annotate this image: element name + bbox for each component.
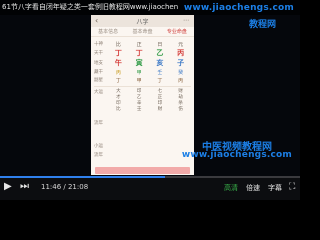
- row-shishen: 十神 比 正 日 元: [94, 40, 191, 48]
- more-icon[interactable]: ⋯: [183, 17, 189, 24]
- cell: 正: [136, 41, 142, 48]
- column: 七 正 印 财: [150, 89, 171, 113]
- cell: 伤: [178, 107, 183, 112]
- cell: 亥: [156, 59, 164, 67]
- column: 财 劫 杀 伤: [170, 89, 191, 113]
- progress-bar[interactable]: [0, 176, 300, 178]
- row-fuxing: 副星 丁 甲 丁 丙: [94, 76, 191, 84]
- row-label: 十神: [94, 42, 103, 47]
- subtitle-button[interactable]: 字幕: [268, 183, 282, 193]
- next-icon[interactable]: ⏭: [20, 181, 29, 193]
- row-canggan: 藏干 丙 甲 壬 癸: [94, 68, 191, 76]
- app-tabs: 基本信息 基本命盘 专业命盘: [91, 27, 194, 37]
- watermark-cn: 教程网: [248, 20, 276, 30]
- fullscreen-icon[interactable]: ⛶: [289, 181, 295, 193]
- cell: 甲: [136, 69, 142, 76]
- column: 大 才 印 比: [108, 89, 129, 113]
- cell: 比: [115, 41, 121, 48]
- play-icon[interactable]: ▶: [4, 181, 12, 193]
- cell: 癸: [178, 69, 184, 76]
- progress-fill: [0, 176, 165, 178]
- cell: 丙: [177, 49, 185, 57]
- row-dizhi: 地支 午 寅 亥 子: [94, 58, 191, 68]
- divider: [94, 86, 191, 87]
- app-title: 八字: [136, 19, 149, 26]
- cell: 丁: [157, 77, 163, 84]
- cell: 丁: [115, 77, 121, 84]
- row-label: 流年: [94, 121, 103, 126]
- cell: 比: [116, 107, 121, 112]
- watermark-url: www.jiaochengs.com: [183, 3, 294, 13]
- app-header: ‹ 八字 ⋯: [91, 15, 194, 27]
- tab-basic-info[interactable]: 基本信息: [91, 27, 125, 36]
- row-dayun: 大运 大 才 印 比 印 乙 辛 壬 七 正 印 财 财 劫 杀 伤: [94, 89, 191, 119]
- cell: 午: [114, 59, 122, 67]
- row-label: 地支: [94, 61, 103, 66]
- cell: 丙: [178, 77, 184, 84]
- column: 印 乙 辛 壬: [129, 89, 150, 113]
- row-label: 藏干: [94, 70, 103, 75]
- speed-button[interactable]: 倍速: [246, 183, 260, 193]
- bazi-grid: 十神 比 正 日 元 天干 丁 丁 乙 丙 地支 午 寅 亥 子 藏干 丙 甲 …: [94, 40, 191, 127]
- cell: 甲: [136, 77, 142, 84]
- cell: 乙: [156, 49, 164, 57]
- cell: 壬: [136, 107, 142, 112]
- app-screen: ‹ 八字 ⋯ 基本信息 基本命盘 专业命盘 十神 比 正 日 元 天干 丁 丁 …: [91, 15, 194, 175]
- action-button[interactable]: [95, 167, 190, 174]
- cell: 财: [157, 107, 163, 112]
- row-label: 天干: [94, 51, 103, 56]
- cell: 寅: [135, 59, 143, 67]
- row-label: 副星: [94, 78, 103, 83]
- cell: 日: [157, 41, 163, 48]
- cell: 丁: [135, 49, 143, 57]
- video-player[interactable]: 61节八字看自闭年疑之类一套例旧教程网www.jiaochengs.com观看 …: [0, 0, 300, 200]
- tab-basic-chart[interactable]: 基本命盘: [125, 27, 159, 36]
- label-liunian: 流年: [94, 153, 103, 158]
- label-xiaoyun: 小运: [94, 144, 103, 149]
- row-label: 大运: [94, 90, 103, 95]
- time-display: 11:46 / 21:08: [41, 183, 89, 191]
- cell: 壬: [157, 69, 163, 76]
- cell: 丁: [114, 49, 122, 57]
- cell: 丙: [115, 69, 121, 76]
- cell: 元: [178, 41, 184, 48]
- tab-pro-chart[interactable]: 专业命盘: [160, 27, 194, 36]
- video-title: 61节八字看自闭年疑之类一套例旧教程网www.jiaochengs.com观看: [2, 3, 178, 11]
- cell: 子: [177, 59, 185, 67]
- row-tiangan: 天干 丁 丁 乙 丙: [94, 48, 191, 58]
- row-liunian: 流年: [94, 119, 191, 127]
- quality-button[interactable]: 高清: [224, 183, 238, 193]
- watermark-url-bottom: www.jiaochengs.com: [181, 150, 292, 160]
